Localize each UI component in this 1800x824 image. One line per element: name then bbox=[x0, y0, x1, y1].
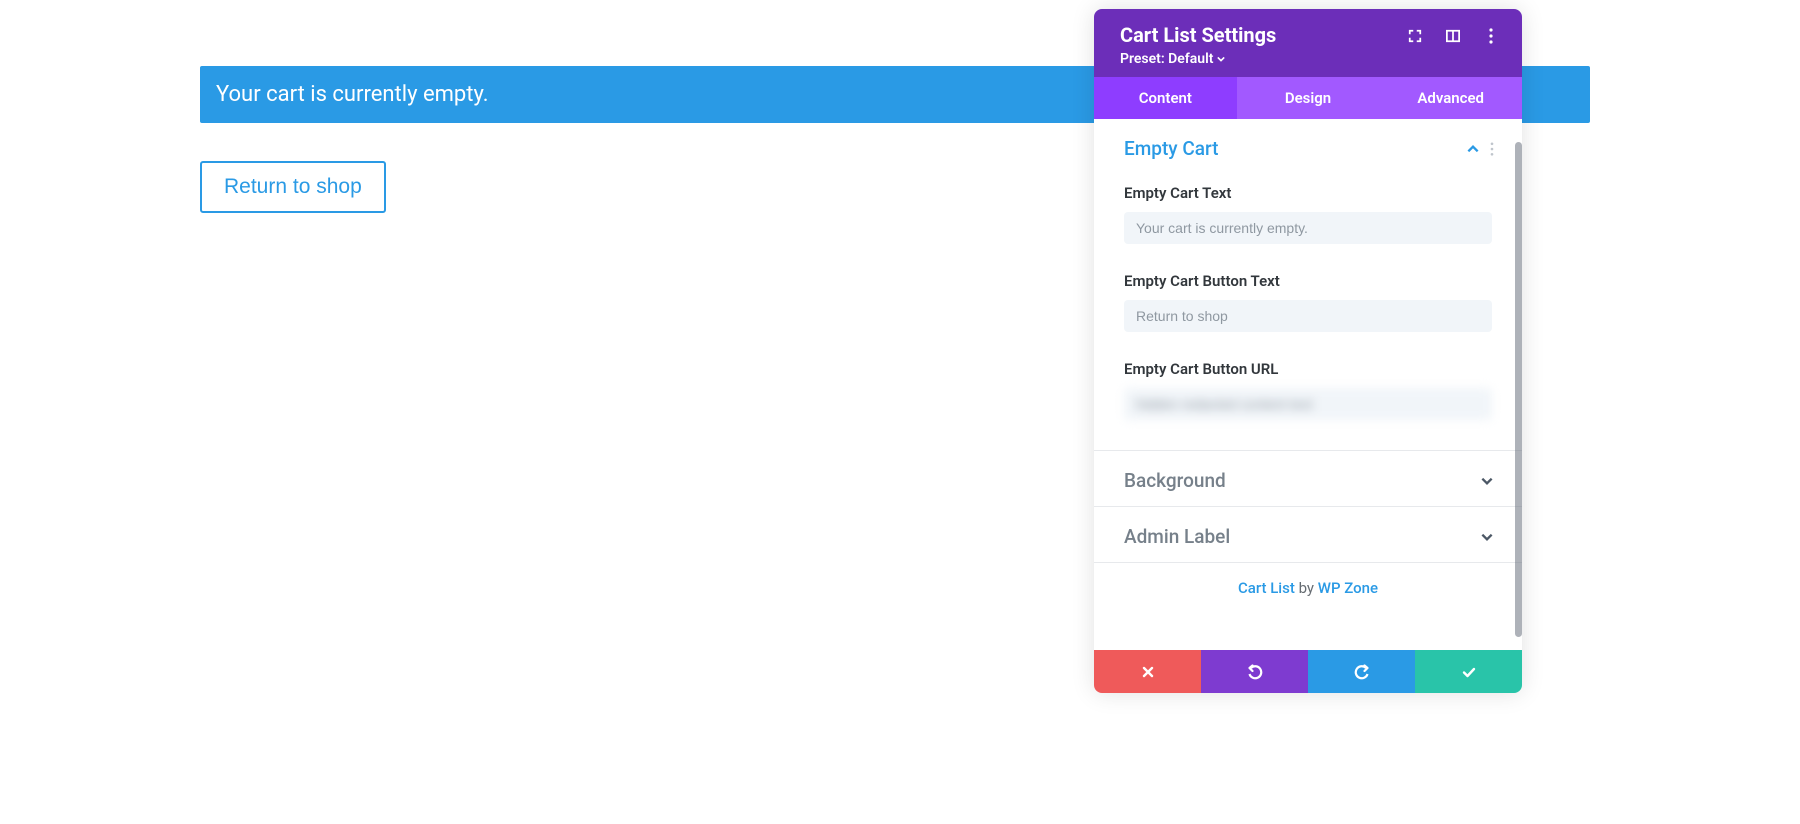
tab-content[interactable]: Content bbox=[1094, 77, 1237, 119]
field-label: Empty Cart Button Text bbox=[1124, 272, 1492, 290]
chevron-down-icon bbox=[1217, 55, 1225, 63]
section-background-header[interactable]: Background bbox=[1094, 451, 1522, 507]
field-empty-cart-button-url: Empty Cart Button URL bbox=[1094, 360, 1522, 451]
settings-panel: Cart List Settings Preset: Default Conte… bbox=[1094, 9, 1522, 693]
close-icon bbox=[1141, 665, 1155, 679]
section-empty-cart-header[interactable]: Empty Cart bbox=[1094, 119, 1522, 174]
credit-mid: by bbox=[1295, 579, 1318, 597]
chevron-down-icon bbox=[1480, 474, 1494, 488]
tab-bar: Content Design Advanced bbox=[1094, 77, 1522, 119]
redo-button[interactable] bbox=[1308, 650, 1415, 693]
field-empty-cart-text: Empty Cart Text bbox=[1094, 184, 1522, 262]
credit-line: Cart List by WP Zone bbox=[1094, 563, 1522, 617]
redo-icon bbox=[1354, 664, 1370, 680]
section-admin-label-title: Admin Label bbox=[1124, 525, 1230, 548]
preset-selector[interactable]: Preset: Default bbox=[1120, 51, 1276, 67]
undo-button[interactable] bbox=[1201, 650, 1308, 693]
tab-design[interactable]: Design bbox=[1237, 77, 1380, 119]
panel-header: Cart List Settings Preset: Default bbox=[1094, 9, 1522, 77]
preset-label: Preset: Default bbox=[1120, 51, 1213, 67]
cancel-button[interactable] bbox=[1094, 650, 1201, 693]
field-empty-cart-button-text: Empty Cart Button Text bbox=[1094, 272, 1522, 350]
chevron-down-icon bbox=[1480, 530, 1494, 544]
kebab-menu-icon[interactable] bbox=[1482, 27, 1500, 45]
empty-cart-button-text-input[interactable] bbox=[1124, 300, 1492, 332]
section-empty-cart-title: Empty Cart bbox=[1124, 137, 1218, 160]
kebab-menu-icon[interactable] bbox=[1490, 142, 1494, 156]
scrollbar-thumb[interactable] bbox=[1515, 142, 1522, 637]
tab-advanced[interactable]: Advanced bbox=[1379, 77, 1522, 119]
credit-author-link[interactable]: WP Zone bbox=[1318, 579, 1378, 597]
field-label: Empty Cart Button URL bbox=[1124, 360, 1492, 378]
check-icon bbox=[1461, 664, 1477, 680]
panel-title: Cart List Settings bbox=[1120, 23, 1276, 47]
section-admin-label-header[interactable]: Admin Label bbox=[1094, 507, 1522, 563]
empty-cart-text-input[interactable] bbox=[1124, 212, 1492, 244]
empty-cart-button-url-input[interactable] bbox=[1124, 388, 1492, 420]
section-background-title: Background bbox=[1124, 469, 1226, 492]
columns-icon[interactable] bbox=[1444, 27, 1462, 45]
panel-body: Empty Cart Empty Cart Text Empty Cart Bu… bbox=[1094, 119, 1522, 650]
return-to-shop-button[interactable]: Return to shop bbox=[200, 161, 386, 213]
field-label: Empty Cart Text bbox=[1124, 184, 1492, 202]
undo-icon bbox=[1247, 664, 1263, 680]
panel-footer bbox=[1094, 650, 1522, 693]
save-button[interactable] bbox=[1415, 650, 1522, 693]
credit-product-link[interactable]: Cart List bbox=[1238, 579, 1295, 597]
expand-icon[interactable] bbox=[1406, 27, 1424, 45]
chevron-up-icon bbox=[1466, 142, 1480, 156]
